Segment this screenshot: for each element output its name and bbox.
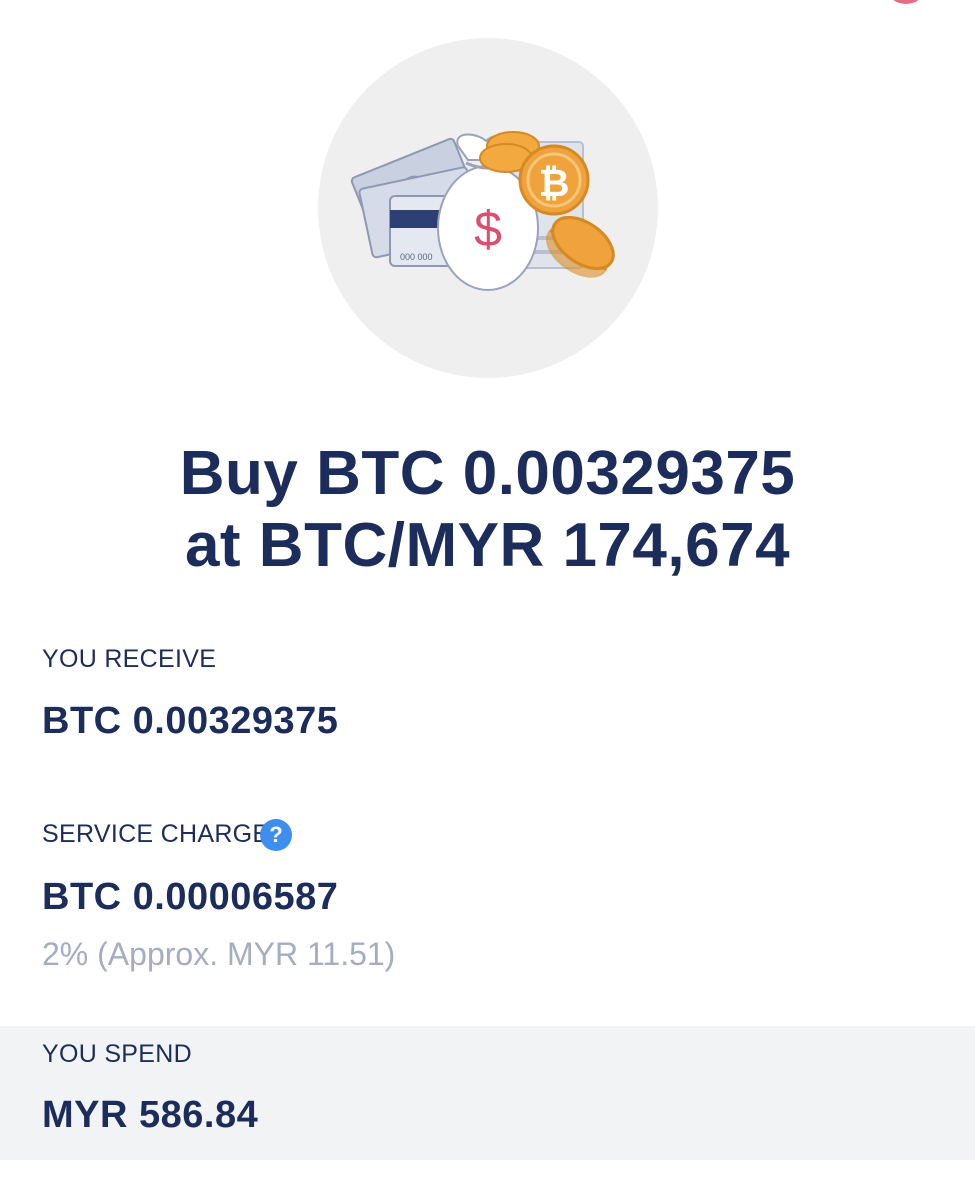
help-question-icon[interactable]: ?	[260, 819, 292, 851]
receive-value: BTC 0.00329375	[42, 700, 339, 742]
card-number-text: 000 000	[400, 252, 433, 262]
bitcoin-icon: ₿	[539, 161, 570, 205]
headline-line-amount: Buy BTC 0.00329375	[179, 439, 796, 508]
receive-label: YOU RECEIVE	[42, 645, 217, 673]
purchase-illustration: 000 000 $ ₿	[318, 38, 658, 378]
spend-value: MYR 586.84	[42, 1094, 259, 1136]
purchase-headline: Buy BTC 0.00329375 at BTC/MYR 174,674	[0, 438, 975, 582]
service-charge-label: SERVICE CHARGE	[42, 820, 270, 848]
dollar-sign-icon: $	[474, 201, 502, 257]
service-charge-value: BTC 0.00006587	[42, 876, 339, 918]
service-charge-note: 2% (Approx. MYR 11.51)	[42, 936, 396, 972]
headline-line-rate: at BTC/MYR 174,674	[184, 511, 791, 580]
corner-indicator	[884, 0, 928, 4]
spend-label: YOU SPEND	[42, 1040, 192, 1068]
money-bag-coins-icon: 000 000 $ ₿	[350, 131, 615, 291]
purchase-confirmation-screen: 000 000 $ ₿ Buy BTC 0.00329375 at BTC/MY…	[0, 0, 975, 1200]
